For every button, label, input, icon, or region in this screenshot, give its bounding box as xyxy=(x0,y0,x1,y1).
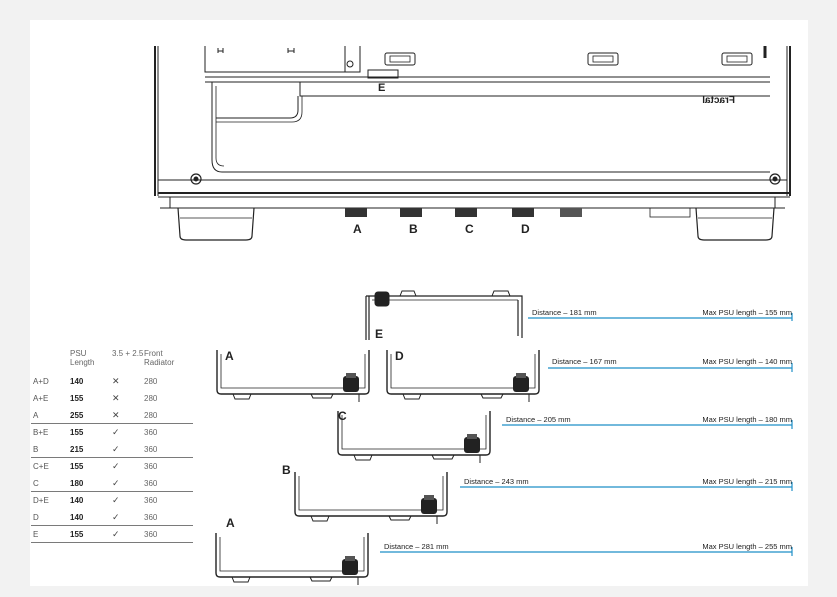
header-psu-length: PSU Length xyxy=(70,349,95,367)
row-mount: C+E xyxy=(33,461,49,471)
mount-e-letter: E xyxy=(375,327,383,341)
row-drive-support: ✓ xyxy=(112,460,120,471)
case-label-b: B xyxy=(409,222,418,236)
mount-a-distance: Distance – 281 mm xyxy=(384,542,449,551)
row-psu-length: 155 xyxy=(70,427,84,437)
table-row: A+D 140 ✕ 280 xyxy=(31,373,193,390)
mount-b-distance: Distance – 243 mm xyxy=(464,477,529,486)
row-psu-length: 215 xyxy=(70,444,84,454)
row-drive-support: ✓ xyxy=(112,426,120,437)
row-drive-support: ✓ xyxy=(112,528,120,539)
row-front-radiator: 360 xyxy=(144,478,158,488)
mount-d-distance: Distance – 167 mm xyxy=(552,357,617,366)
row-mount: B xyxy=(33,444,39,454)
bracket-d xyxy=(386,349,540,403)
row-front-radiator: 360 xyxy=(144,512,158,522)
table-row: A 255 ✕ 280 xyxy=(31,407,193,424)
table-row: C 180 ✓ 360 xyxy=(31,475,193,492)
row-mount: A xyxy=(33,410,39,420)
case-label-d: D xyxy=(521,222,530,236)
row-psu-length: 140 xyxy=(70,512,84,522)
table-row: B+E 155 ✓ 360 xyxy=(31,424,193,441)
row-drive-support: ✕ xyxy=(112,375,120,386)
mount-a-upper-letter: A xyxy=(225,349,234,363)
row-front-radiator: 360 xyxy=(144,461,158,471)
row-front-radiator: 360 xyxy=(144,529,158,539)
mount-b-letter: B xyxy=(282,463,291,477)
table-header: PSU Length 3.5 + 2.5 Front Radiator xyxy=(31,349,193,373)
table-row: C+E 155 ✓ 360 xyxy=(31,458,193,475)
row-mount: D+E xyxy=(33,495,49,505)
row-front-radiator: 360 xyxy=(144,495,158,505)
row-psu-length: 155 xyxy=(70,461,84,471)
mount-a-letter: A xyxy=(226,516,235,530)
mount-d-letter: D xyxy=(395,349,404,363)
row-drive-support: ✓ xyxy=(112,511,120,522)
mount-e-distance: Distance – 181 mm xyxy=(532,308,597,317)
row-mount: C xyxy=(33,478,39,488)
row-drive-support: ✓ xyxy=(112,494,120,505)
case-label-a: A xyxy=(353,222,362,236)
case-section-view xyxy=(154,46,791,241)
row-mount: A+E xyxy=(33,393,49,403)
case-label-c: C xyxy=(465,222,474,236)
row-psu-length: 140 xyxy=(70,376,84,386)
row-mount: D xyxy=(33,512,39,522)
row-mount: A+D xyxy=(33,376,49,386)
row-front-radiator: 360 xyxy=(144,427,158,437)
mount-c-max-psu: Max PSU length – 180 mm xyxy=(702,415,792,424)
row-front-radiator: 280 xyxy=(144,393,158,403)
bracket-e xyxy=(365,290,523,340)
case-label-e: E xyxy=(378,82,385,94)
mount-e-max-psu: Max PSU length – 155 mm xyxy=(702,308,792,317)
bracket-b xyxy=(294,471,448,525)
mount-c-distance: Distance – 205 mm xyxy=(506,415,571,424)
table-row: B 215 ✓ 360 xyxy=(31,441,193,458)
mount-d-max-psu: Max PSU length – 140 mm xyxy=(702,357,792,366)
row-front-radiator: 280 xyxy=(144,376,158,386)
row-psu-length: 155 xyxy=(70,393,84,403)
row-psu-length: 255 xyxy=(70,410,84,420)
mount-b-max-psu: Max PSU length – 215 mm xyxy=(702,477,792,486)
table-row: E 155 ✓ 360 xyxy=(31,526,193,543)
table-row: D+E 140 ✓ 360 xyxy=(31,492,193,509)
row-drive-support: ✕ xyxy=(112,409,120,420)
row-psu-length: 140 xyxy=(70,495,84,505)
header-front-radiator: Front Radiator xyxy=(144,349,175,367)
psu-compatibility-table: PSU Length 3.5 + 2.5 Front Radiator A+D 1… xyxy=(31,349,193,543)
mount-c-letter: C xyxy=(338,409,347,423)
bracket-a-lower xyxy=(215,532,369,586)
bracket-a-upper xyxy=(216,349,370,403)
row-psu-length: 180 xyxy=(70,478,84,488)
row-mount: B+E xyxy=(33,427,49,437)
brand-logo: Fractal xyxy=(702,95,735,106)
header-drive: 3.5 + 2.5 xyxy=(112,349,144,358)
row-drive-support: ✓ xyxy=(112,443,120,454)
table-row: A+E 155 ✕ 280 xyxy=(31,390,193,407)
row-mount: E xyxy=(33,529,39,539)
table-row: D 140 ✓ 360 xyxy=(31,509,193,526)
row-drive-support: ✓ xyxy=(112,477,120,488)
row-psu-length: 155 xyxy=(70,529,84,539)
row-drive-support: ✕ xyxy=(112,392,120,403)
mount-a-max-psu: Max PSU length – 255 mm xyxy=(702,542,792,551)
row-front-radiator: 280 xyxy=(144,410,158,420)
row-front-radiator: 360 xyxy=(144,444,158,454)
bracket-c xyxy=(337,410,491,464)
